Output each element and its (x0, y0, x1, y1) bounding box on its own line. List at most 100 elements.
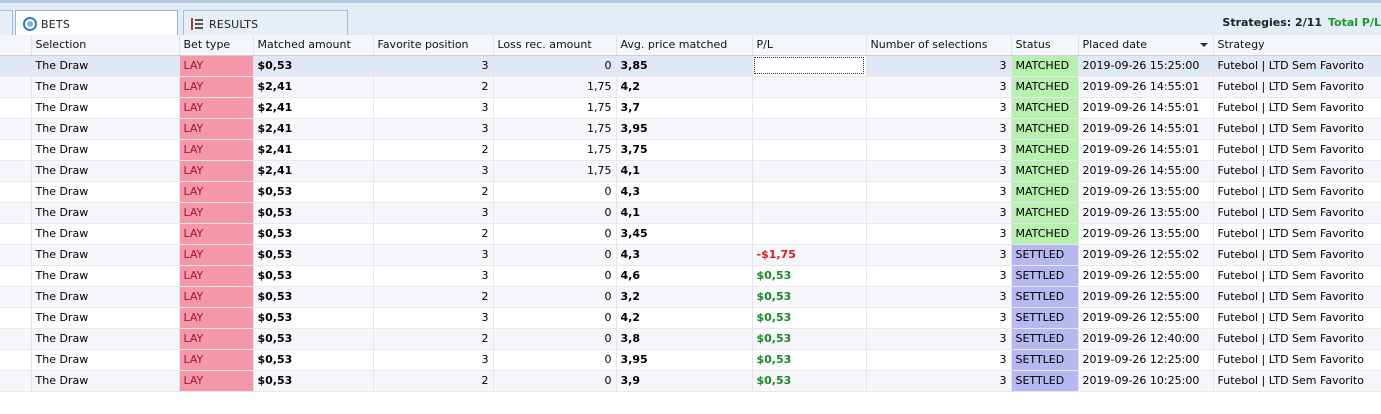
status-cell[interactable]: MATCHED (1011, 76, 1079, 98)
pl-cell[interactable] (752, 160, 867, 182)
loss-rec-amount-cell[interactable]: 0 (493, 307, 617, 329)
avg-price-matched-cell[interactable]: 3,8 (616, 328, 753, 350)
bet-type-cell[interactable]: LAY (179, 202, 254, 224)
table-row[interactable]: The Draw LAY $0,53 3 0 4,3 -$1,75 3 SETTLED 2019-… (0, 244, 1381, 266)
status-cell[interactable]: MATCHED (1011, 139, 1079, 161)
matched-amount-cell[interactable]: $0,53 (253, 286, 374, 308)
status-cell[interactable]: MATCHED (1011, 223, 1079, 245)
number-of-selections-cell[interactable]: 3 (866, 97, 1012, 119)
selection-cell[interactable]: The Draw (31, 76, 180, 98)
number-of-selections-cell[interactable]: 3 (866, 286, 1012, 308)
tab-results[interactable]: RESULTS (183, 10, 348, 37)
pl-cell[interactable]: $0,53 (752, 265, 867, 287)
strategy-cell[interactable]: Futebol | LTD Sem Favorito (1213, 307, 1381, 329)
placed-date-cell[interactable]: 2019-09-26 14:55:00 (1078, 160, 1214, 182)
status-cell[interactable]: MATCHED (1011, 118, 1079, 140)
bet-type-cell[interactable]: LAY (179, 139, 254, 161)
favorite-position-cell[interactable]: 3 (373, 202, 494, 224)
row-indicator-cell[interactable] (0, 181, 32, 203)
loss-rec-amount-cell[interactable]: 1,75 (493, 160, 617, 182)
strategy-cell[interactable]: Futebol | LTD Sem Favorito (1213, 55, 1381, 77)
selection-cell[interactable]: The Draw (31, 202, 180, 224)
number-of-selections-cell[interactable]: 3 (866, 349, 1012, 371)
placed-date-cell[interactable]: 2019-09-26 12:55:00 (1078, 286, 1214, 308)
table-row[interactable]: The Draw LAY $0,53 2 0 3,9 $0,53 3 SETTLED 2019-0… (0, 370, 1381, 392)
selection-cell[interactable]: The Draw (31, 286, 180, 308)
row-indicator-cell[interactable] (0, 265, 32, 287)
avg-price-matched-cell[interactable]: 3,2 (616, 286, 753, 308)
number-of-selections-cell[interactable]: 3 (866, 181, 1012, 203)
bet-type-cell[interactable]: LAY (179, 181, 254, 203)
matched-amount-cell[interactable]: $2,41 (253, 76, 374, 98)
selection-cell[interactable]: The Draw (31, 160, 180, 182)
pl-cell[interactable] (752, 55, 867, 77)
favorite-position-cell[interactable]: 2 (373, 181, 494, 203)
favorite-position-cell[interactable]: 2 (373, 286, 494, 308)
avg-price-matched-cell[interactable]: 3,7 (616, 97, 753, 119)
favorite-position-cell[interactable]: 2 (373, 370, 494, 392)
selection-cell[interactable]: The Draw (31, 223, 180, 245)
strategy-cell[interactable]: Futebol | LTD Sem Favorito (1213, 244, 1381, 266)
avg-price-matched-cell[interactable]: 4,3 (616, 244, 753, 266)
tab-bets[interactable]: BETS (15, 10, 178, 37)
row-indicator-cell[interactable] (0, 223, 32, 245)
matched-amount-cell[interactable]: $2,41 (253, 139, 374, 161)
status-cell[interactable]: MATCHED (1011, 160, 1079, 182)
table-row[interactable]: The Draw LAY $2,41 2 1,75 3,75 3 MATCHED 2019-09… (0, 139, 1381, 161)
col-header-selection[interactable]: Selection (31, 35, 180, 56)
pl-cell[interactable] (752, 118, 867, 140)
bet-type-cell[interactable]: LAY (179, 307, 254, 329)
table-row[interactable]: The Draw LAY $2,41 3 1,75 3,95 3 MATCHED 2019-09… (0, 118, 1381, 140)
bet-type-cell[interactable]: LAY (179, 55, 254, 77)
strategy-cell[interactable]: Futebol | LTD Sem Favorito (1213, 370, 1381, 392)
status-cell[interactable]: SETTLED (1011, 307, 1079, 329)
number-of-selections-cell[interactable]: 3 (866, 118, 1012, 140)
number-of-selections-cell[interactable]: 3 (866, 244, 1012, 266)
col-header-strategy[interactable]: Strategy (1213, 35, 1381, 56)
selection-cell[interactable]: The Draw (31, 370, 180, 392)
placed-date-cell[interactable]: 2019-09-26 13:55:00 (1078, 223, 1214, 245)
pl-cell[interactable] (752, 202, 867, 224)
number-of-selections-cell[interactable]: 3 (866, 160, 1012, 182)
strategy-cell[interactable]: Futebol | LTD Sem Favorito (1213, 160, 1381, 182)
loss-rec-amount-cell[interactable]: 1,75 (493, 76, 617, 98)
strategy-cell[interactable]: Futebol | LTD Sem Favorito (1213, 223, 1381, 245)
loss-rec-amount-cell[interactable]: 0 (493, 265, 617, 287)
selection-cell[interactable]: The Draw (31, 307, 180, 329)
loss-rec-amount-cell[interactable]: 0 (493, 328, 617, 350)
table-row[interactable]: The Draw LAY $0,53 3 0 4,6 $0,53 3 SETTLED 2019-0… (0, 265, 1381, 287)
bet-type-cell[interactable]: LAY (179, 349, 254, 371)
matched-amount-cell[interactable]: $0,53 (253, 202, 374, 224)
status-cell[interactable]: MATCHED (1011, 55, 1079, 77)
favorite-position-cell[interactable]: 2 (373, 139, 494, 161)
placed-date-cell[interactable]: 2019-09-26 15:25:00 (1078, 55, 1214, 77)
favorite-position-cell[interactable]: 3 (373, 307, 494, 329)
col-header-loss-rec-amount[interactable]: Loss rec. amount (493, 35, 617, 56)
bet-type-cell[interactable]: LAY (179, 223, 254, 245)
favorite-position-cell[interactable]: 3 (373, 118, 494, 140)
tab-hidden-left[interactable] (0, 10, 13, 37)
selection-cell[interactable]: The Draw (31, 328, 180, 350)
matched-amount-cell[interactable]: $2,41 (253, 97, 374, 119)
placed-date-cell[interactable]: 2019-09-26 10:25:00 (1078, 370, 1214, 392)
strategy-cell[interactable]: Futebol | LTD Sem Favorito (1213, 139, 1381, 161)
placed-date-cell[interactable]: 2019-09-26 14:55:01 (1078, 118, 1214, 140)
row-indicator-cell[interactable] (0, 139, 32, 161)
placed-date-cell[interactable]: 2019-09-26 12:25:00 (1078, 349, 1214, 371)
bet-type-cell[interactable]: LAY (179, 328, 254, 350)
table-row[interactable]: The Draw LAY $0,53 2 0 3,2 $0,53 3 SETTLED 2019-0… (0, 286, 1381, 308)
loss-rec-amount-cell[interactable]: 0 (493, 349, 617, 371)
favorite-position-cell[interactable]: 3 (373, 349, 494, 371)
status-cell[interactable]: SETTLED (1011, 349, 1079, 371)
strategy-cell[interactable]: Futebol | LTD Sem Favorito (1213, 349, 1381, 371)
row-indicator-cell[interactable] (0, 286, 32, 308)
table-row[interactable]: The Draw LAY $2,41 3 1,75 4,1 3 MATCHED 2019-09-… (0, 160, 1381, 182)
row-indicator-cell[interactable] (0, 307, 32, 329)
pl-cell[interactable]: $0,53 (752, 370, 867, 392)
col-header-pl[interactable]: P/L (752, 35, 867, 56)
bet-type-cell[interactable]: LAY (179, 160, 254, 182)
matched-amount-cell[interactable]: $0,53 (253, 223, 374, 245)
selection-cell[interactable]: The Draw (31, 181, 180, 203)
status-cell[interactable]: SETTLED (1011, 286, 1079, 308)
favorite-position-cell[interactable]: 2 (373, 76, 494, 98)
